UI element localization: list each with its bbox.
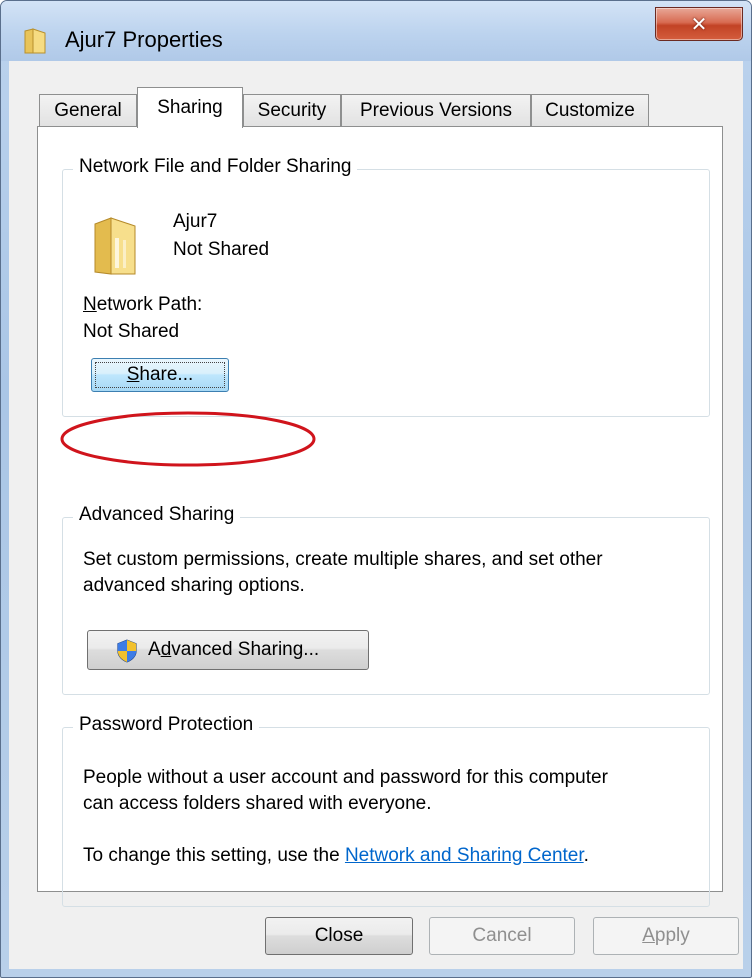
advanced-sharing-legend: Advanced Sharing (73, 504, 241, 526)
sharing-status: Not Shared (173, 239, 270, 260)
advanced-sharing-button-pre: A (148, 639, 161, 660)
window-title: Ajur7 Properties (65, 27, 223, 52)
password-protection-legend: Password Protection (73, 714, 260, 736)
tab-security[interactable]: Security (243, 94, 341, 126)
folder-name: Ajur7 (173, 211, 218, 232)
folder-icon (94, 217, 136, 275)
network-sharing-center-link[interactable]: Network and Sharing Center (345, 845, 584, 866)
tab-sharing[interactable]: Sharing (137, 87, 243, 128)
share-button-label-rest: hare... (139, 364, 194, 385)
share-button[interactable]: Share... (91, 358, 229, 392)
apply-button[interactable]: Apply (593, 917, 739, 955)
network-sharing-group: Network File and Folder Sharing Ajur7 No… (62, 156, 710, 417)
advanced-sharing-description-1: Set custom permissions, create multiple … (83, 549, 603, 570)
window-close-button[interactable]: ✕ (655, 7, 743, 41)
advanced-sharing-accelerator: d (160, 639, 172, 660)
folder-icon (24, 28, 46, 54)
password-protection-line-1: People without a user account and passwo… (83, 767, 608, 788)
tab-strip: General Sharing Security Previous Versio… (9, 61, 743, 128)
password-protection-line-2: can access folders shared with everyone. (83, 793, 432, 814)
tab-customize[interactable]: Customize (531, 94, 649, 126)
apply-button-label-rest: pply (654, 925, 690, 946)
cancel-button[interactable]: Cancel (429, 917, 575, 955)
share-accelerator: S (126, 364, 140, 385)
sharing-tab-panel: Network File and Folder Sharing Ajur7 No… (37, 126, 723, 907)
change-setting-suffix: . (583, 845, 589, 866)
advanced-sharing-button[interactable]: Advanced Sharing... (87, 630, 369, 670)
advanced-sharing-button-label: Advanced Sharing... (148, 639, 319, 661)
advanced-sharing-group: Advanced Sharing Set custom permissions,… (62, 504, 710, 695)
apply-accelerator: A (642, 925, 655, 946)
network-path-accelerator: N (83, 294, 97, 315)
uac-shield-icon (117, 639, 137, 663)
title-bar[interactable]: Ajur7 Properties ✕ (1, 1, 751, 61)
advanced-sharing-description-2: advanced sharing options. (83, 575, 305, 596)
annotation-ellipse (60, 411, 316, 467)
properties-window: Ajur7 Properties ✕ General Sharing Secur… (0, 0, 752, 978)
network-sharing-legend: Network File and Folder Sharing (73, 156, 358, 178)
close-icon: ✕ (690, 13, 708, 36)
dialog-client-area: General Sharing Security Previous Versio… (9, 61, 743, 969)
tab-general[interactable]: General (39, 94, 137, 126)
network-path-label: Network Path: (83, 293, 202, 317)
network-path-value: Not Shared (83, 321, 180, 342)
password-protection-change-text: To change this setting, use the Network … (83, 844, 589, 868)
password-protection-group: Password Protection People without a use… (62, 714, 710, 907)
tab-previous-versions[interactable]: Previous Versions (341, 94, 531, 126)
advanced-sharing-button-rest: vanced Sharing... (171, 639, 320, 660)
change-setting-prefix: To change this setting, use the (83, 845, 345, 866)
network-path-label-rest: etwork Path: (96, 294, 203, 315)
close-button[interactable]: Close (265, 917, 413, 955)
